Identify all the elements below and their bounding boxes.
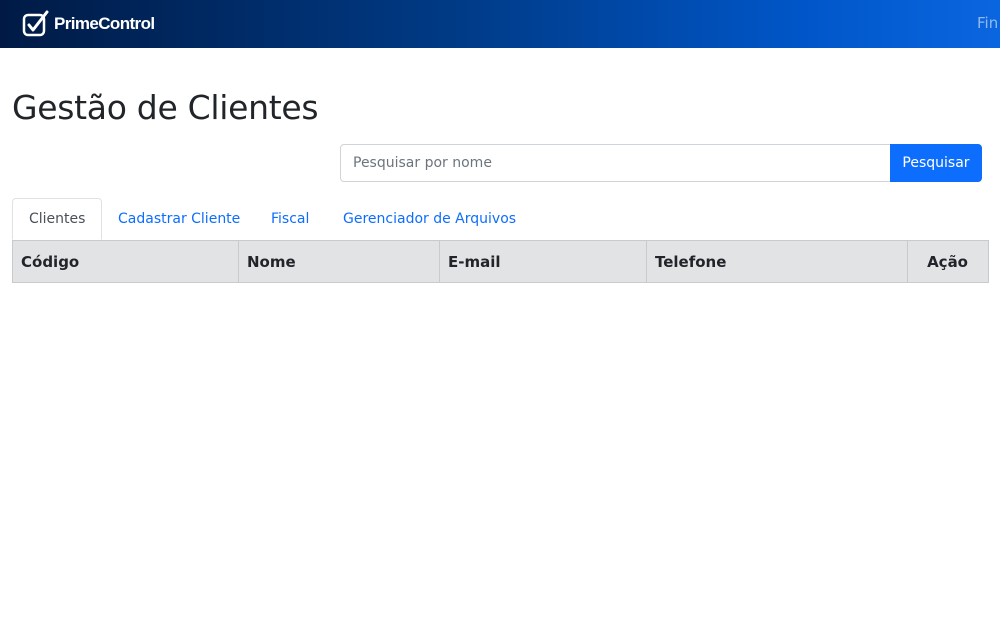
column-header-codigo[interactable]: Código	[12, 240, 239, 283]
page-title: Gestão de Clientes	[12, 88, 319, 127]
column-header-telefone[interactable]: Telefone	[646, 240, 908, 283]
search-input[interactable]	[340, 144, 891, 182]
top-navbar: PrimeControl Fin	[0, 0, 1000, 48]
brand-name: PrimeControl	[54, 14, 155, 33]
brand-logo[interactable]: PrimeControl	[22, 9, 155, 39]
tab-gerenciador-de-arquivos[interactable]: Gerenciador de Arquivos	[327, 198, 532, 240]
column-header-email[interactable]: E-mail	[439, 240, 647, 283]
search-button[interactable]: Pesquisar	[890, 144, 982, 182]
column-header-acao: Ação	[907, 240, 989, 283]
clients-table: Código Nome E-mail Telefone Ação	[12, 240, 989, 283]
checkbox-pen-icon	[22, 10, 49, 37]
tab-cadastrar-cliente[interactable]: Cadastrar Cliente	[102, 198, 256, 240]
tab-clientes[interactable]: Clientes	[12, 198, 103, 240]
column-header-nome[interactable]: Nome	[238, 240, 440, 283]
table-header-row: Código Nome E-mail Telefone Ação	[12, 240, 989, 283]
nav-link-partial[interactable]: Fin	[977, 14, 998, 32]
tab-fiscal[interactable]: Fiscal	[255, 198, 325, 240]
tab-bar: Clientes Cadastrar Cliente Fiscal Gerenc…	[12, 198, 988, 240]
